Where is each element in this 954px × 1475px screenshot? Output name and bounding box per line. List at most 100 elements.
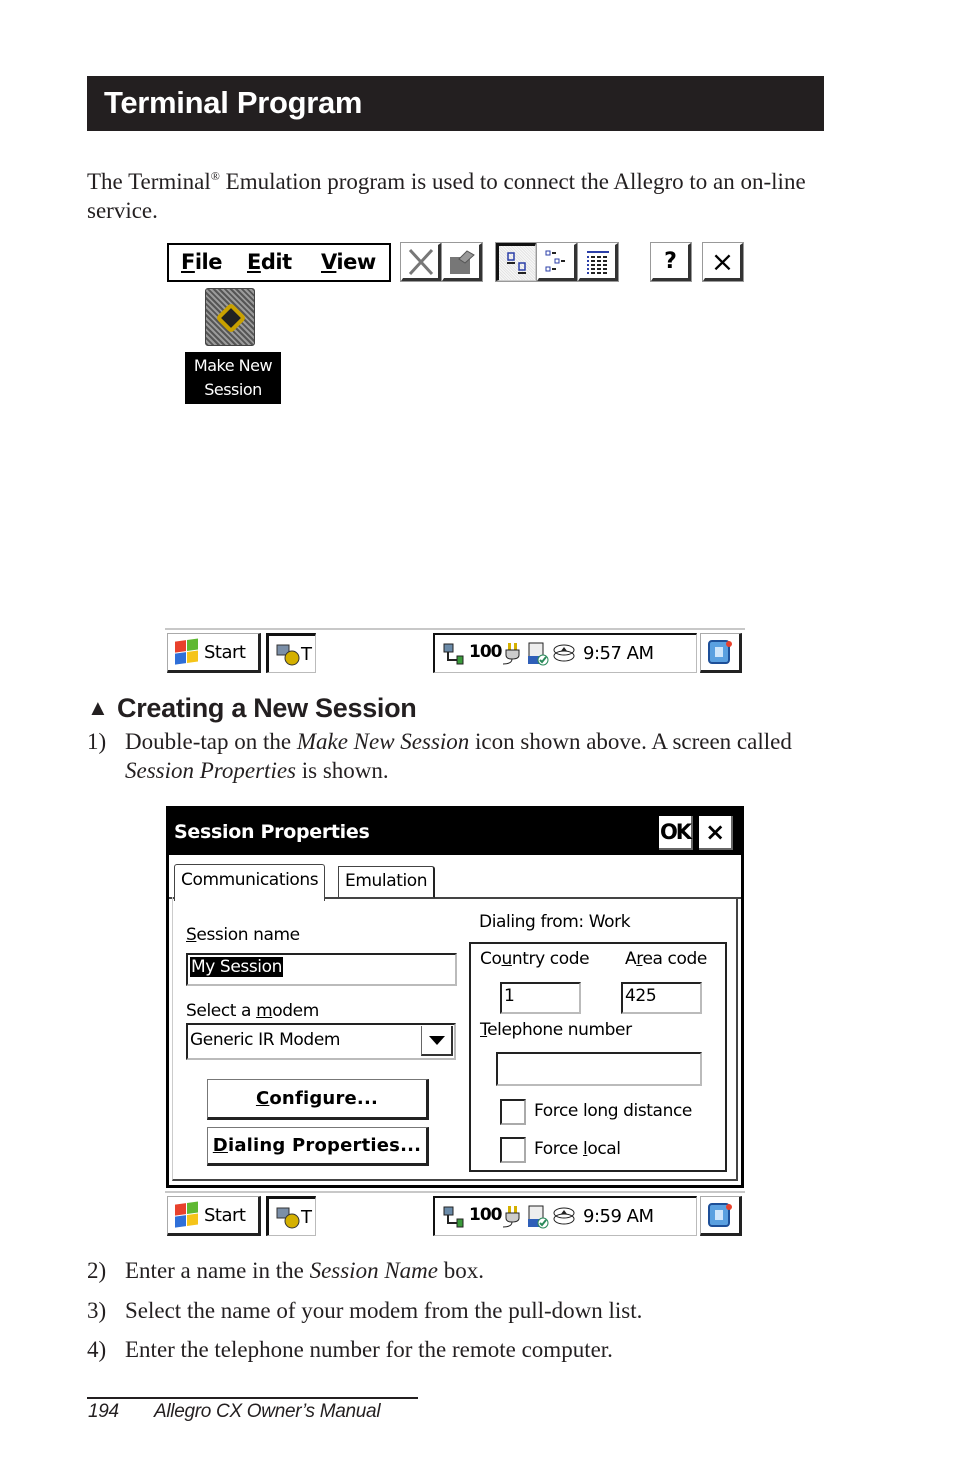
taskbar: Start T 100 9:59 AM <box>165 1191 745 1237</box>
step-text: Double-tap on the Make New Session icon … <box>125 729 792 783</box>
system-tray: 100 9:57 AM <box>433 633 697 673</box>
registered-mark: ® <box>210 169 220 183</box>
manual-title: Allegro CX Owner’s Manual <box>154 1401 381 1422</box>
windows-logo-icon <box>174 1200 200 1230</box>
close-button[interactable]: × <box>702 242 744 282</box>
network-icon[interactable] <box>443 642 465 666</box>
show-desktop-button[interactable] <box>700 633 742 673</box>
power-plug-icon[interactable] <box>501 1205 523 1229</box>
tab-communications[interactable]: Communications <box>174 864 326 901</box>
start-label: Start <box>204 1204 246 1226</box>
force-long-distance-checkbox[interactable] <box>500 1099 526 1125</box>
make-new-session-label[interactable]: Make New Session <box>185 352 281 404</box>
battery-badge-icon[interactable]: 100 <box>469 1205 503 1229</box>
sync-check-icon[interactable] <box>527 1205 549 1229</box>
dialog-title: Session Properties <box>174 821 370 843</box>
windows-logo-icon <box>174 637 200 667</box>
chevron-down-icon[interactable] <box>421 1026 453 1056</box>
close-icon: × <box>710 245 735 278</box>
step-1: 1) Double-tap on the Make New Session ic… <box>87 727 815 785</box>
input-panel-icon[interactable] <box>553 1205 575 1229</box>
telephone-input[interactable] <box>496 1052 702 1086</box>
configure-button[interactable]: Configure... <box>207 1079 429 1120</box>
step-number: 4) <box>87 1337 107 1362</box>
area-code-label: Area code <box>625 949 707 969</box>
help-icon: ? <box>664 249 677 274</box>
intro-paragraph: The Terminal® Emulation program is used … <box>87 162 817 225</box>
force-long-distance-label[interactable]: Force long distance <box>534 1101 692 1121</box>
dialing-from-label: Dialing from: Work <box>479 912 631 932</box>
label-line: Make New <box>193 356 273 375</box>
start-button[interactable]: Start <box>167 1196 261 1236</box>
step-text: Enter the telephone number for the remot… <box>125 1337 613 1362</box>
dialing-properties-button[interactable]: Dialing Properties... <box>207 1127 429 1166</box>
power-plug-icon[interactable] <box>501 642 523 666</box>
show-desktop-icon <box>708 1203 732 1227</box>
ok-button[interactable]: OK <box>659 816 693 850</box>
show-desktop-button[interactable] <box>700 1196 742 1236</box>
step-number: 2) <box>87 1258 107 1283</box>
details-view-button[interactable] <box>577 242 619 282</box>
session-name-value: My Session <box>190 957 283 977</box>
force-local-label[interactable]: Force local <box>534 1139 621 1159</box>
modem-select[interactable]: Generic IR Modem <box>186 1023 456 1060</box>
menu-edit[interactable]: Edit <box>247 250 292 274</box>
delete-button[interactable] <box>400 242 442 282</box>
start-button[interactable]: Start <box>167 633 261 673</box>
small-icons-view-button[interactable] <box>536 242 578 282</box>
properties-button[interactable] <box>441 242 483 282</box>
section-title-bar: Terminal Program <box>87 76 824 131</box>
details-view-icon <box>586 250 609 274</box>
help-button[interactable]: ? <box>650 242 692 282</box>
subheading: ▲ Creating a New Session <box>87 693 417 724</box>
clock[interactable]: 9:57 AM <box>583 643 654 664</box>
step-text: Enter a name in the Session Name box. <box>125 1258 484 1283</box>
page-number: 194 <box>88 1401 119 1422</box>
page-footer: 194 Allegro CX Owner’s Manual <box>88 1401 381 1423</box>
session-name-input[interactable]: My Session <box>186 953 457 986</box>
step-3: 3) Select the name of your modem from th… <box>87 1296 815 1325</box>
make-new-session-icon[interactable] <box>205 288 255 346</box>
terminal-task-button[interactable]: T <box>266 1196 316 1236</box>
menu-view[interactable]: View <box>321 250 376 274</box>
network-icon[interactable] <box>443 1205 465 1229</box>
taskbar: Start T 100 9:57 AM <box>165 628 745 674</box>
delete-icon <box>408 248 433 275</box>
system-tray: 100 9:59 AM <box>433 1196 697 1236</box>
start-label: Start <box>204 641 246 663</box>
country-code-label: Country code <box>480 949 590 969</box>
battery-badge-icon[interactable]: 100 <box>469 642 503 666</box>
show-desktop-icon <box>708 640 732 664</box>
step-number: 3) <box>87 1298 107 1323</box>
terminal-app-icon <box>276 1207 300 1229</box>
step-4: 4) Enter the telephone number for the re… <box>87 1335 815 1364</box>
sync-check-icon[interactable] <box>527 642 549 666</box>
terminal-task-button[interactable]: T <box>266 633 316 673</box>
country-code-input[interactable]: 1 <box>500 982 581 1014</box>
session-properties-dialog: Session Properties OK × Communications E… <box>166 806 744 1188</box>
label-line: Session <box>204 380 262 399</box>
area-code-input[interactable]: 425 <box>621 982 702 1014</box>
close-icon[interactable]: × <box>699 816 733 850</box>
section-title: Terminal Program <box>104 85 363 120</box>
properties-icon <box>449 249 475 274</box>
connection-glyph <box>215 302 247 334</box>
step-2: 2) Enter a name in the Session Name box. <box>87 1256 815 1285</box>
menu-bar: File Edit View <box>167 243 391 282</box>
clock[interactable]: 9:59 AM <box>583 1206 654 1227</box>
input-panel-icon[interactable] <box>553 642 575 666</box>
dialog-title-bar: Session Properties OK × <box>169 809 741 855</box>
task-label: T <box>301 643 312 665</box>
tab-emulation[interactable]: Emulation <box>338 866 436 898</box>
large-icons-view-button[interactable] <box>495 242 537 282</box>
intro-text: The Terminal <box>87 169 211 194</box>
terminal-app-icon <box>276 644 300 666</box>
force-local-checkbox[interactable] <box>500 1137 526 1163</box>
step-text: Select the name of your modem from the p… <box>125 1298 643 1323</box>
telephone-label: Telephone number <box>480 1020 632 1040</box>
menu-file[interactable]: File <box>181 250 223 274</box>
modem-value: Generic IR Modem <box>190 1030 341 1050</box>
small-icons-view-icon <box>545 250 565 271</box>
task-label: T <box>301 1206 312 1228</box>
large-icons-view-icon <box>507 252 526 274</box>
